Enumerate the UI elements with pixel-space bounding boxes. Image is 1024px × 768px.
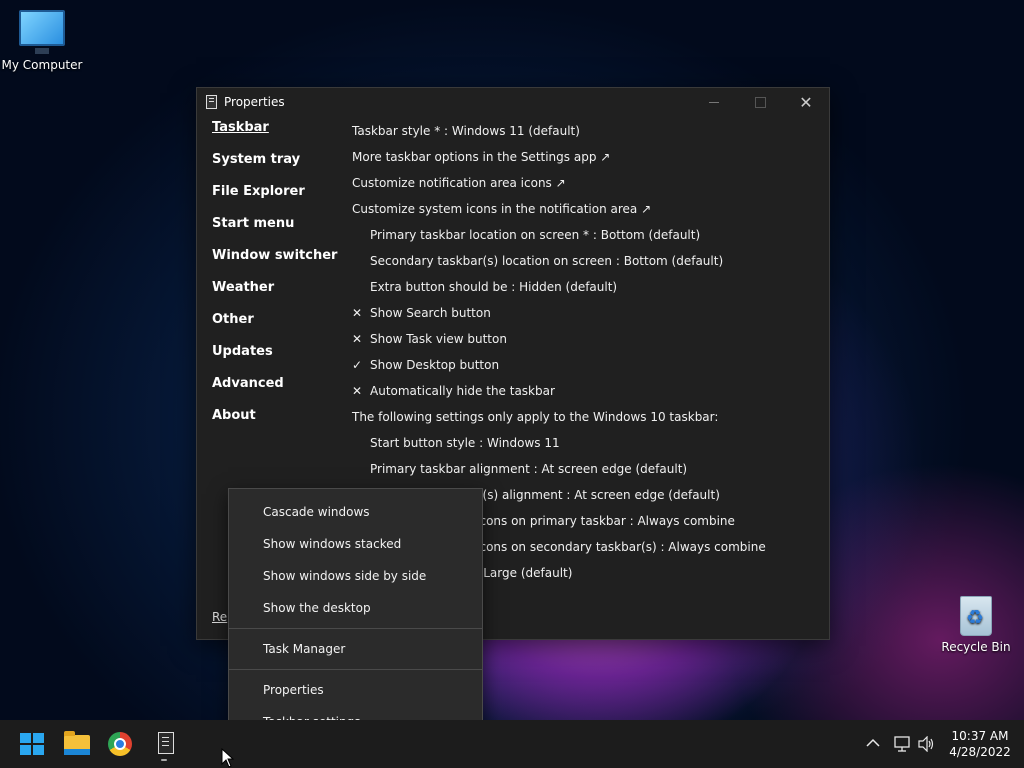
setting-row[interactable]: Primary taskbar location on screen * : B… (352, 222, 822, 248)
setting-label: Show Search button (370, 306, 491, 320)
menu-separator (229, 628, 482, 629)
volume-icon[interactable] (918, 735, 936, 756)
close-button[interactable]: ✕ (783, 88, 829, 116)
setting-label: Taskbar style * : Windows 11 (default) (352, 124, 580, 138)
setting-label: Show Desktop button (370, 358, 500, 372)
system-clock[interactable]: 10:37 AM 4/28/2022 (940, 728, 1020, 760)
setting-label: The following settings only apply to the… (352, 410, 719, 424)
taskbar-context-menu: Cascade windows Show windows stacked Sho… (228, 488, 483, 747)
app-icon (206, 95, 217, 109)
checkmark-icon: ✓ (352, 358, 363, 372)
setting-row[interactable]: ✕ Show Task view button (352, 326, 822, 352)
file-explorer-button[interactable] (64, 731, 90, 756)
title-bar[interactable]: Properties ✕ (197, 88, 829, 116)
setting-label: Primary taskbar location on screen * : B… (370, 228, 701, 242)
windows-logo-tile (20, 733, 31, 743)
cross-icon: ✕ (352, 332, 363, 346)
folder-icon (64, 731, 90, 755)
setting-row[interactable]: More taskbar options in the Settings app… (352, 144, 822, 170)
properties-app-button[interactable] (156, 732, 174, 761)
menu-item-show-windows-side-by-side[interactable]: Show windows side by side (229, 560, 482, 592)
nav-item-window-switcher[interactable]: Window switcher (212, 248, 342, 280)
setting-label: Extra button should be : Hidden (default… (370, 280, 618, 294)
setting-row[interactable]: Extra button should be : Hidden (default… (352, 274, 822, 300)
taskbar[interactable]: 10:37 AM 4/28/2022 (0, 720, 1024, 768)
menu-item-show-the-desktop[interactable]: Show the desktop (229, 592, 482, 624)
setting-row[interactable]: Start button style : Windows 11 (352, 430, 822, 456)
menu-separator (229, 669, 482, 670)
chevron-up-icon[interactable] (866, 736, 880, 752)
menu-item-cascade-windows[interactable]: Cascade windows (229, 496, 482, 528)
cross-icon: ✕ (352, 384, 363, 398)
nav-item-about[interactable]: About (212, 408, 342, 440)
setting-row[interactable]: ✕ Show Search button (352, 300, 822, 326)
nav-item-taskbar[interactable]: Taskbar (212, 120, 342, 152)
cross-icon: ✕ (352, 306, 363, 320)
chrome-button[interactable] (108, 732, 132, 756)
setting-row[interactable]: Secondary taskbar(s) location on screen … (352, 248, 822, 274)
start-button[interactable] (20, 733, 44, 755)
nav-item-advanced[interactable]: Advanced (212, 376, 342, 408)
close-icon: ✕ (799, 92, 813, 112)
setting-row[interactable]: Primary taskbar alignment : At screen ed… (352, 456, 822, 482)
maximize-icon (754, 96, 766, 108)
maximize-button[interactable] (737, 88, 783, 116)
desktop-icon-label: My Computer (1, 58, 83, 72)
setting-label: Show Task view button (370, 332, 507, 346)
nav-item-file-explorer[interactable]: File Explorer (212, 184, 342, 216)
setting-row[interactable]: Customize notification area icons ↗ (352, 170, 822, 196)
clock-date: 4/28/2022 (949, 745, 1011, 759)
reset-link[interactable]: Re (212, 610, 227, 624)
setting-label: Start button style : Windows 11 (370, 436, 560, 450)
nav-item-updates[interactable]: Updates (212, 344, 342, 376)
window-title: Properties (224, 95, 285, 109)
windows-logo-tile (33, 745, 44, 755)
nav-item-system-tray[interactable]: System tray (212, 152, 342, 184)
network-icon[interactable] (894, 736, 912, 756)
desktop-icon-recycle-bin[interactable]: ♻ Recycle Bin (934, 596, 1018, 654)
running-indicator (161, 759, 167, 761)
properties-app-icon (158, 732, 174, 754)
setting-row[interactable]: Customize system icons in the notificati… (352, 196, 822, 222)
minimize-button[interactable] (691, 88, 737, 116)
sidebar-nav: Taskbar System tray File Explorer Start … (212, 120, 342, 440)
windows-logo-tile (33, 733, 44, 743)
recycle-bin-icon: ♻ (960, 596, 992, 636)
setting-label: Secondary taskbar(s) location on screen … (370, 254, 724, 268)
desktop-icon-my-computer[interactable]: My Computer (0, 10, 84, 72)
setting-row[interactable]: The following settings only apply to the… (352, 404, 822, 430)
setting-row[interactable]: Taskbar style * : Windows 11 (default) (352, 118, 822, 144)
windows-logo-tile (20, 745, 31, 755)
monitor-icon (19, 10, 65, 54)
nav-item-start-menu[interactable]: Start menu (212, 216, 342, 248)
setting-row[interactable]: ✕ Automatically hide the taskbar (352, 378, 822, 404)
setting-label: More taskbar options in the Settings app… (352, 150, 611, 164)
menu-item-properties[interactable]: Properties (229, 674, 482, 706)
nav-item-weather[interactable]: Weather (212, 280, 342, 312)
setting-row[interactable]: ✓ Show Desktop button (352, 352, 822, 378)
nav-item-other[interactable]: Other (212, 312, 342, 344)
chrome-icon (114, 738, 126, 750)
setting-label: Customize system icons in the notificati… (352, 202, 652, 216)
setting-label: Customize notification area icons ↗ (352, 176, 566, 190)
minimize-icon (709, 101, 719, 103)
setting-label: Primary taskbar alignment : At screen ed… (370, 462, 688, 476)
menu-item-show-windows-stacked[interactable]: Show windows stacked (229, 528, 482, 560)
setting-label: Automatically hide the taskbar (370, 384, 555, 398)
desktop-icon-label: Recycle Bin (941, 640, 1011, 654)
clock-time: 10:37 AM (951, 729, 1009, 743)
menu-item-task-manager[interactable]: Task Manager (229, 633, 482, 665)
